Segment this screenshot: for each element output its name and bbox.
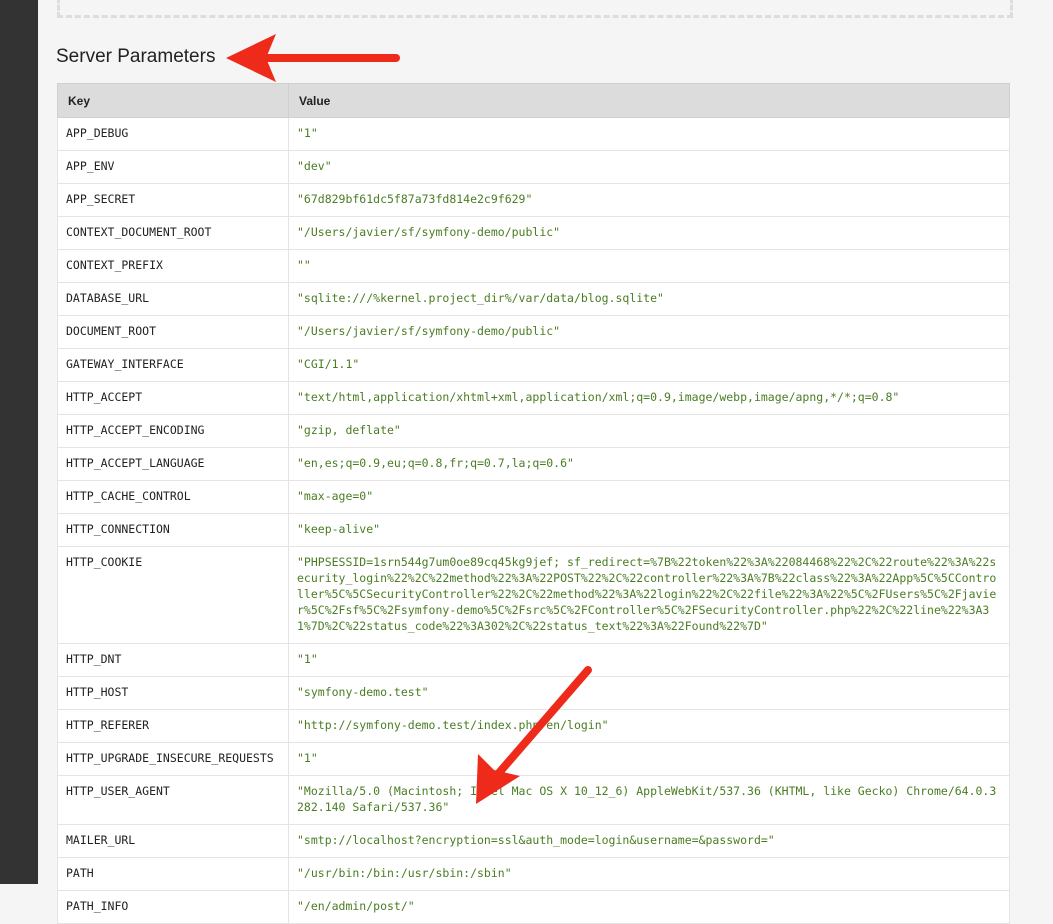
table-row: APP_ENV "dev": [57, 150, 1010, 184]
param-value: "/Users/javier/sf/symfony-demo/public": [288, 216, 1010, 250]
column-header-key: Key: [57, 83, 289, 118]
table-row: HTTP_DNT "1": [57, 643, 1010, 677]
param-value: "sqlite:///%kernel.project_dir%/var/data…: [288, 282, 1010, 316]
table-row: APP_SECRET "67d829bf61dc5f87a73fd814e2c9f…: [57, 183, 1010, 217]
param-value: "67d829bf61dc5f87a73fd814e2c9f629": [288, 183, 1010, 217]
server-parameters-table: Key Value APP_DEBUG "1" APP_ENV "dev" APP_SE…: [57, 83, 1010, 924]
column-header-value: Value: [288, 83, 1010, 118]
table-row: HTTP_ACCEPT_ENCODING "gzip, deflate": [57, 414, 1010, 448]
param-key: APP_DEBUG: [57, 117, 289, 151]
table-row: HTTP_UPGRADE_INSECURE_REQUESTS "1": [57, 742, 1010, 776]
param-key: HTTP_DNT: [57, 643, 289, 677]
param-value: "": [288, 249, 1010, 283]
param-value: "/usr/bin:/bin:/usr/sbin:/sbin": [288, 857, 1010, 891]
table-row: HTTP_CACHE_CONTROL "max-age=0": [57, 480, 1010, 514]
main-content: Server Parameters Key Value APP_DEBUG "1"…: [38, 0, 1053, 924]
param-value: "1": [288, 117, 1010, 151]
param-value: "Mozilla/5.0 (Macintosh; Intel Mac OS X …: [288, 775, 1010, 825]
table-row: HTTP_COOKIE "PHPSESSID=1srn544g7um0oe89cq…: [57, 546, 1010, 644]
table-row: DOCUMENT_ROOT "/Users/javier/sf/symfony-d…: [57, 315, 1010, 349]
left-sidebar: [0, 0, 38, 884]
param-value: "symfony-demo.test": [288, 676, 1010, 710]
table-row: HTTP_REFERER "http://symfony-demo.test/in…: [57, 709, 1010, 743]
param-key: CONTEXT_DOCUMENT_ROOT: [57, 216, 289, 250]
table-row: GATEWAY_INTERFACE "CGI/1.1": [57, 348, 1010, 382]
section-title: Server Parameters: [56, 46, 216, 67]
param-key: HTTP_CACHE_CONTROL: [57, 480, 289, 514]
param-key: HTTP_HOST: [57, 676, 289, 710]
param-key: HTTP_ACCEPT_LANGUAGE: [57, 447, 289, 481]
param-value: "max-age=0": [288, 480, 1010, 514]
table-row: HTTP_ACCEPT_LANGUAGE "en,es;q=0.9,eu;q=0.…: [57, 447, 1010, 481]
param-value: "/Users/javier/sf/symfony-demo/public": [288, 315, 1010, 349]
table-row: DATABASE_URL "sqlite:///%kernel.project_d…: [57, 282, 1010, 316]
table-row: HTTP_HOST "symfony-demo.test": [57, 676, 1010, 710]
param-value: "1": [288, 742, 1010, 776]
table-row: CONTEXT_DOCUMENT_ROOT "/Users/javier/sf/s…: [57, 216, 1010, 250]
table-row: CONTEXT_PREFIX "": [57, 249, 1010, 283]
param-key: DATABASE_URL: [57, 282, 289, 316]
param-value: "1": [288, 643, 1010, 677]
param-value: "http://symfony-demo.test/index.php/en/l…: [288, 709, 1010, 743]
param-value: "text/html,application/xhtml+xml,applica…: [288, 381, 1010, 415]
param-key: PATH: [57, 857, 289, 891]
table-row: HTTP_CONNECTION "keep-alive": [57, 513, 1010, 547]
param-value: "/en/admin/post/": [288, 890, 1010, 924]
table-row: PATH "/usr/bin:/bin:/usr/sbin:/sbin": [57, 857, 1010, 891]
table-row: HTTP_ACCEPT "text/html,application/xhtml+…: [57, 381, 1010, 415]
param-value: "en,es;q=0.9,eu;q=0.8,fr;q=0.7,la;q=0.6": [288, 447, 1010, 481]
param-key: HTTP_REFERER: [57, 709, 289, 743]
param-key: MAILER_URL: [57, 824, 289, 858]
param-key: HTTP_UPGRADE_INSECURE_REQUESTS: [57, 742, 289, 776]
param-key: HTTP_CONNECTION: [57, 513, 289, 547]
param-key: PATH_INFO: [57, 890, 289, 924]
param-key: HTTP_ACCEPT_ENCODING: [57, 414, 289, 448]
param-value: "smtp://localhost?encryption=ssl&auth_mo…: [288, 824, 1010, 858]
table-row: HTTP_USER_AGENT "Mozilla/5.0 (Macintosh; …: [57, 775, 1010, 825]
table-row: PATH_INFO "/en/admin/post/": [57, 890, 1010, 924]
param-value: "PHPSESSID=1srn544g7um0oe89cq45kg9jef; s…: [288, 546, 1010, 644]
table-row: APP_DEBUG "1": [57, 117, 1010, 151]
param-key: HTTP_USER_AGENT: [57, 775, 289, 825]
param-value: "keep-alive": [288, 513, 1010, 547]
param-key: APP_ENV: [57, 150, 289, 184]
param-key: APP_SECRET: [57, 183, 289, 217]
table-header-row: Key Value: [57, 83, 1010, 118]
param-key: HTTP_ACCEPT: [57, 381, 289, 415]
param-key: DOCUMENT_ROOT: [57, 315, 289, 349]
table-row: MAILER_URL "smtp://localhost?encryption=s…: [57, 824, 1010, 858]
param-value: "dev": [288, 150, 1010, 184]
param-key: HTTP_COOKIE: [57, 546, 289, 644]
param-value: "CGI/1.1": [288, 348, 1010, 382]
param-value: "gzip, deflate": [288, 414, 1010, 448]
dashed-placeholder-box: [57, 0, 1013, 18]
param-key: CONTEXT_PREFIX: [57, 249, 289, 283]
param-key: GATEWAY_INTERFACE: [57, 348, 289, 382]
